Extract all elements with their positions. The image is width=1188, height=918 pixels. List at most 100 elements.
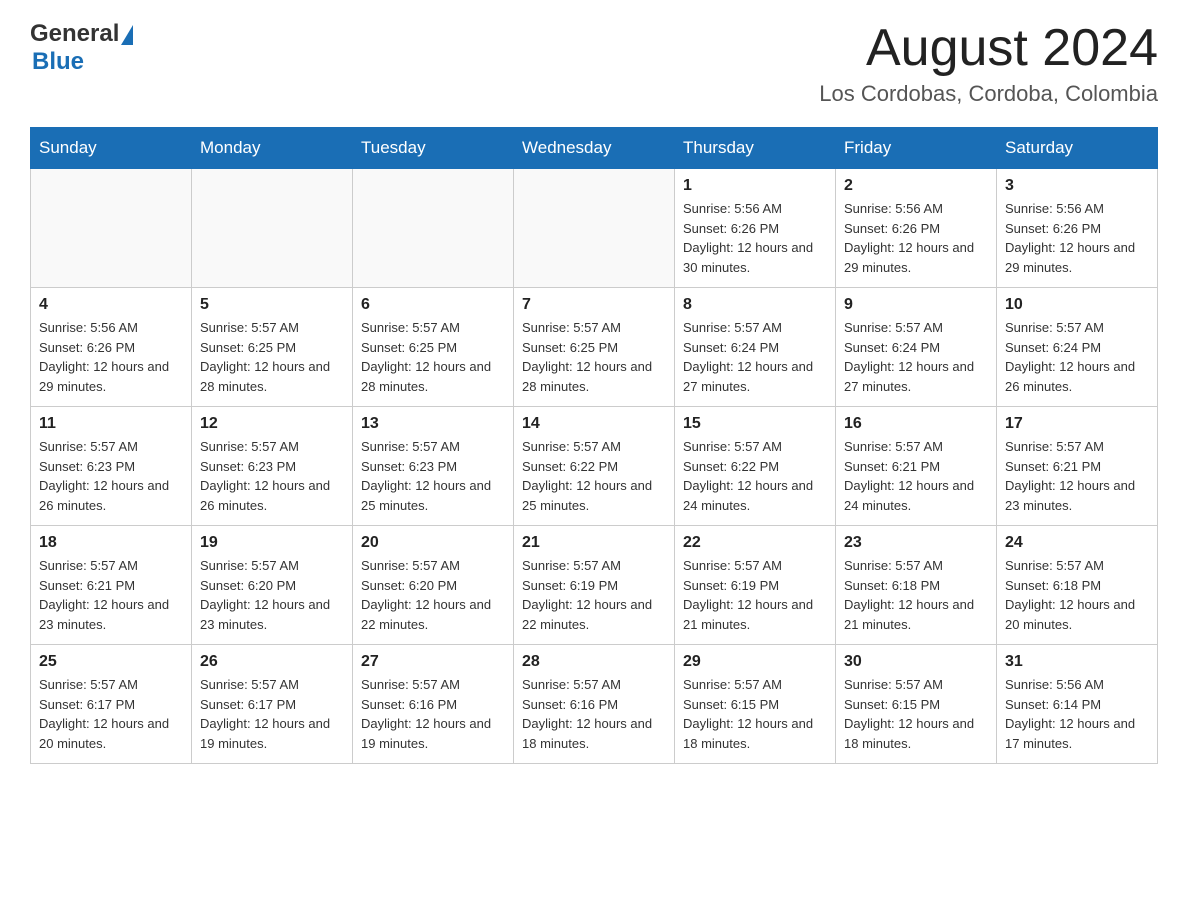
cell-w4-d2: 20Sunrise: 5:57 AMSunset: 6:20 PMDayligh… (353, 526, 514, 645)
cell-w1-d6: 3 Sunrise: 5:56 AMSunset: 6:26 PMDaylight… (997, 169, 1158, 288)
cell-w4-d5: 23Sunrise: 5:57 AMSunset: 6:18 PMDayligh… (836, 526, 997, 645)
day-info: Sunrise: 5:57 AMSunset: 6:15 PMDaylight:… (844, 675, 988, 753)
cell-w3-d5: 16 Sunrise: 5:57 AMSunset: 6:21 PMDayligh… (836, 407, 997, 526)
cell-w1-d1 (192, 169, 353, 288)
header-wednesday: Wednesday (514, 128, 675, 169)
day-info: Sunrise: 5:57 AMSunset: 6:22 PMDaylight:… (522, 437, 666, 515)
cell-w2-d6: 10 Sunrise: 5:57 AMSunset: 6:24 PMDayligh… (997, 288, 1158, 407)
day-info: Sunrise: 5:57 AMSunset: 6:19 PMDaylight:… (683, 556, 827, 634)
calendar-body: 1 Sunrise: 5:56 AMSunset: 6:26 PMDaylight… (31, 169, 1158, 764)
day-info: Sunrise: 5:57 AMSunset: 6:22 PMDaylight:… (683, 437, 827, 515)
cell-w4-d3: 21 Sunrise: 5:57 AMSunset: 6:19 PMDayligh… (514, 526, 675, 645)
cell-w3-d3: 14 Sunrise: 5:57 AMSunset: 6:22 PMDayligh… (514, 407, 675, 526)
cell-w4-d1: 19 Sunrise: 5:57 AMSunset: 6:20 PMDayligh… (192, 526, 353, 645)
day-info: Sunrise: 5:56 AMSunset: 6:14 PMDaylight:… (1005, 675, 1149, 753)
day-info: Sunrise: 5:57 AMSunset: 6:20 PMDaylight:… (200, 556, 344, 634)
day-info: Sunrise: 5:57 AMSunset: 6:21 PMDaylight:… (1005, 437, 1149, 515)
day-number: 5 (200, 296, 344, 314)
day-number: 28 (522, 653, 666, 671)
week-row-3: 11 Sunrise: 5:57 AMSunset: 6:23 PMDayligh… (31, 407, 1158, 526)
day-number: 11 (39, 415, 183, 433)
day-info: Sunrise: 5:57 AMSunset: 6:18 PMDaylight:… (844, 556, 988, 634)
day-number: 18 (39, 534, 183, 552)
day-info: Sunrise: 5:57 AMSunset: 6:21 PMDaylight:… (39, 556, 183, 634)
day-number: 3 (1005, 177, 1149, 195)
day-number: 20 (361, 534, 505, 552)
month-title: August 2024 (819, 20, 1158, 77)
header-thursday: Thursday (675, 128, 836, 169)
day-number: 22 (683, 534, 827, 552)
day-info: Sunrise: 5:57 AMSunset: 6:21 PMDaylight:… (844, 437, 988, 515)
day-info: Sunrise: 5:57 AMSunset: 6:23 PMDaylight:… (361, 437, 505, 515)
week-row-2: 4 Sunrise: 5:56 AMSunset: 6:26 PMDaylight… (31, 288, 1158, 407)
day-number: 2 (844, 177, 988, 195)
cell-w3-d2: 13 Sunrise: 5:57 AMSunset: 6:23 PMDayligh… (353, 407, 514, 526)
cell-w5-d5: 30 Sunrise: 5:57 AMSunset: 6:15 PMDayligh… (836, 645, 997, 764)
day-number: 8 (683, 296, 827, 314)
day-number: 15 (683, 415, 827, 433)
day-info: Sunrise: 5:56 AMSunset: 6:26 PMDaylight:… (39, 318, 183, 396)
day-info: Sunrise: 5:57 AMSunset: 6:24 PMDaylight:… (844, 318, 988, 396)
cell-w5-d3: 28 Sunrise: 5:57 AMSunset: 6:16 PMDayligh… (514, 645, 675, 764)
cell-w2-d0: 4 Sunrise: 5:56 AMSunset: 6:26 PMDaylight… (31, 288, 192, 407)
day-info: Sunrise: 5:56 AMSunset: 6:26 PMDaylight:… (1005, 199, 1149, 277)
cell-w2-d5: 9Sunrise: 5:57 AMSunset: 6:24 PMDaylight… (836, 288, 997, 407)
day-number: 25 (39, 653, 183, 671)
cell-w2-d3: 7 Sunrise: 5:57 AMSunset: 6:25 PMDaylight… (514, 288, 675, 407)
week-row-5: 25 Sunrise: 5:57 AMSunset: 6:17 PMDayligh… (31, 645, 1158, 764)
cell-w4-d6: 24Sunrise: 5:57 AMSunset: 6:18 PMDayligh… (997, 526, 1158, 645)
day-number: 21 (522, 534, 666, 552)
day-info: Sunrise: 5:57 AMSunset: 6:25 PMDaylight:… (361, 318, 505, 396)
day-number: 6 (361, 296, 505, 314)
header-saturday: Saturday (997, 128, 1158, 169)
cell-w1-d2 (353, 169, 514, 288)
cell-w3-d1: 12Sunrise: 5:57 AMSunset: 6:23 PMDayligh… (192, 407, 353, 526)
day-number: 4 (39, 296, 183, 314)
cell-w3-d0: 11Sunrise: 5:57 AMSunset: 6:23 PMDayligh… (31, 407, 192, 526)
calendar-header: SundayMondayTuesdayWednesdayThursdayFrid… (31, 128, 1158, 169)
cell-w1-d5: 2 Sunrise: 5:56 AMSunset: 6:26 PMDaylight… (836, 169, 997, 288)
logo-blue-text: Blue (32, 48, 84, 76)
day-number: 14 (522, 415, 666, 433)
cell-w5-d4: 29Sunrise: 5:57 AMSunset: 6:15 PMDayligh… (675, 645, 836, 764)
cell-w4-d4: 22 Sunrise: 5:57 AMSunset: 6:19 PMDayligh… (675, 526, 836, 645)
header-row: SundayMondayTuesdayWednesdayThursdayFrid… (31, 128, 1158, 169)
day-number: 27 (361, 653, 505, 671)
day-number: 10 (1005, 296, 1149, 314)
day-info: Sunrise: 5:57 AMSunset: 6:23 PMDaylight:… (200, 437, 344, 515)
day-number: 19 (200, 534, 344, 552)
day-number: 7 (522, 296, 666, 314)
page-header: General Blue August 2024 Los Cordobas, C… (30, 20, 1158, 107)
day-number: 1 (683, 177, 827, 195)
day-info: Sunrise: 5:57 AMSunset: 6:17 PMDaylight:… (200, 675, 344, 753)
day-number: 30 (844, 653, 988, 671)
day-number: 17 (1005, 415, 1149, 433)
day-info: Sunrise: 5:57 AMSunset: 6:25 PMDaylight:… (200, 318, 344, 396)
day-info: Sunrise: 5:57 AMSunset: 6:25 PMDaylight:… (522, 318, 666, 396)
cell-w2-d2: 6 Sunrise: 5:57 AMSunset: 6:25 PMDaylight… (353, 288, 514, 407)
day-info: Sunrise: 5:57 AMSunset: 6:24 PMDaylight:… (683, 318, 827, 396)
calendar-table: SundayMondayTuesdayWednesdayThursdayFrid… (30, 127, 1158, 764)
day-number: 31 (1005, 653, 1149, 671)
day-number: 16 (844, 415, 988, 433)
day-number: 29 (683, 653, 827, 671)
day-info: Sunrise: 5:57 AMSunset: 6:19 PMDaylight:… (522, 556, 666, 634)
cell-w1-d4: 1Sunrise: 5:56 AMSunset: 6:26 PMDaylight… (675, 169, 836, 288)
cell-w5-d2: 27 Sunrise: 5:57 AMSunset: 6:16 PMDayligh… (353, 645, 514, 764)
header-friday: Friday (836, 128, 997, 169)
header-sunday: Sunday (31, 128, 192, 169)
cell-w4-d0: 18 Sunrise: 5:57 AMSunset: 6:21 PMDayligh… (31, 526, 192, 645)
cell-w5-d1: 26Sunrise: 5:57 AMSunset: 6:17 PMDayligh… (192, 645, 353, 764)
day-info: Sunrise: 5:57 AMSunset: 6:24 PMDaylight:… (1005, 318, 1149, 396)
header-monday: Monday (192, 128, 353, 169)
day-number: 13 (361, 415, 505, 433)
cell-w3-d6: 17 Sunrise: 5:57 AMSunset: 6:21 PMDayligh… (997, 407, 1158, 526)
day-info: Sunrise: 5:57 AMSunset: 6:16 PMDaylight:… (361, 675, 505, 753)
logo-triangle-icon (121, 25, 133, 45)
cell-w5-d0: 25Sunrise: 5:57 AMSunset: 6:17 PMDayligh… (31, 645, 192, 764)
cell-w2-d4: 8 Sunrise: 5:57 AMSunset: 6:24 PMDaylight… (675, 288, 836, 407)
cell-w2-d1: 5 Sunrise: 5:57 AMSunset: 6:25 PMDaylight… (192, 288, 353, 407)
cell-w5-d6: 31 Sunrise: 5:56 AMSunset: 6:14 PMDayligh… (997, 645, 1158, 764)
day-info: Sunrise: 5:56 AMSunset: 6:26 PMDaylight:… (844, 199, 988, 277)
day-info: Sunrise: 5:57 AMSunset: 6:16 PMDaylight:… (522, 675, 666, 753)
